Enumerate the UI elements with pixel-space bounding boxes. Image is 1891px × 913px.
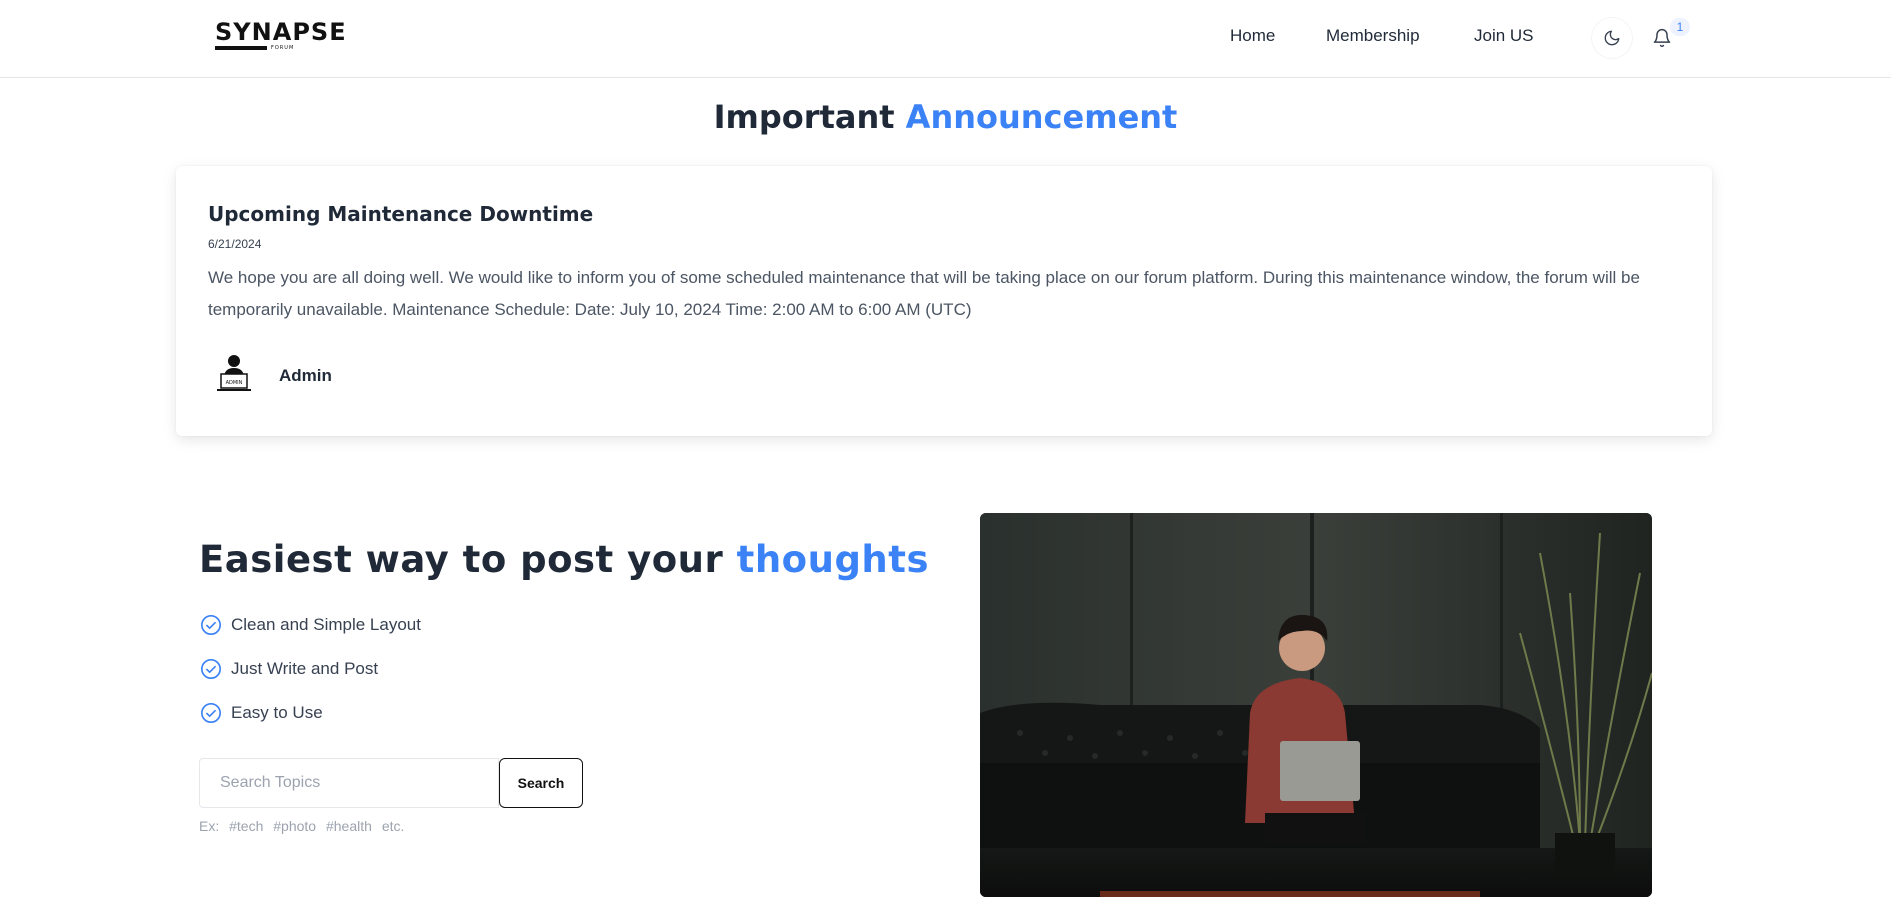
search-hint: Ex: #tech #photo #health etc.: [199, 818, 410, 834]
logo-text: SYNAPSE: [215, 18, 347, 46]
hero-title-accent: thoughts: [736, 538, 929, 581]
nav-membership-link[interactable]: Membership: [1326, 26, 1420, 46]
author-name: Admin: [279, 366, 332, 385]
top-navbar: SYNAPSE FORUM Home Membership Join US 1: [0, 0, 1891, 78]
hint-tag-tech[interactable]: #tech: [229, 818, 263, 834]
announcement-heading: Important Announcement: [0, 98, 1891, 136]
bell-icon: [1653, 28, 1671, 48]
hint-etc: etc.: [381, 818, 405, 834]
hint-tag-health[interactable]: #health: [326, 818, 372, 834]
logo-underline: [215, 46, 267, 50]
feature-label: Just Write and Post: [231, 659, 379, 678]
feature-label: Easy to Use: [231, 703, 323, 722]
feature-item: Just Write and Post: [200, 657, 378, 681]
admin-avatar: ADMIN: [216, 354, 252, 394]
feature-item: Easy to Use: [200, 701, 323, 725]
svg-text:ADMIN: ADMIN: [226, 380, 243, 386]
announcement-title: Upcoming Maintenance Downtime: [208, 202, 594, 226]
hero-photo: [980, 513, 1652, 897]
logo-subtitle: FORUM: [271, 45, 295, 51]
hint-prefix: Ex:: [199, 818, 220, 834]
announcement-body: We hope you are all doing well. We would…: [208, 268, 1640, 319]
feature-label: Clean and Simple Layout: [231, 615, 421, 634]
announcement-date: 6/21/2024: [208, 237, 262, 251]
announcement-heading-main: Important: [713, 98, 895, 136]
nav-join-us-link[interactable]: Join US: [1474, 26, 1534, 46]
nav-home-link[interactable]: Home: [1230, 26, 1275, 46]
check-circle-icon: [201, 615, 221, 635]
announcement-card[interactable]: Upcoming Maintenance Downtime 6/21/2024 …: [176, 166, 1712, 436]
check-circle-icon: [201, 659, 221, 679]
feature-item: Clean and Simple Layout: [200, 613, 421, 637]
notification-count-badge: 1: [1670, 18, 1690, 36]
hint-tag-photo[interactable]: #photo: [273, 818, 316, 834]
check-circle-icon: [201, 703, 221, 723]
hero-title-main: Easiest way to post your: [199, 538, 724, 581]
search-button[interactable]: Search: [499, 758, 583, 808]
synapse-logo[interactable]: SYNAPSE FORUM: [215, 20, 347, 52]
announcement-heading-accent: Announcement: [905, 98, 1178, 136]
moon-icon: [1604, 30, 1620, 46]
hero-title: Easiest way to post your thoughts: [199, 538, 929, 581]
search-topics-input[interactable]: [199, 758, 499, 808]
theme-toggle-button[interactable]: [1592, 18, 1632, 58]
